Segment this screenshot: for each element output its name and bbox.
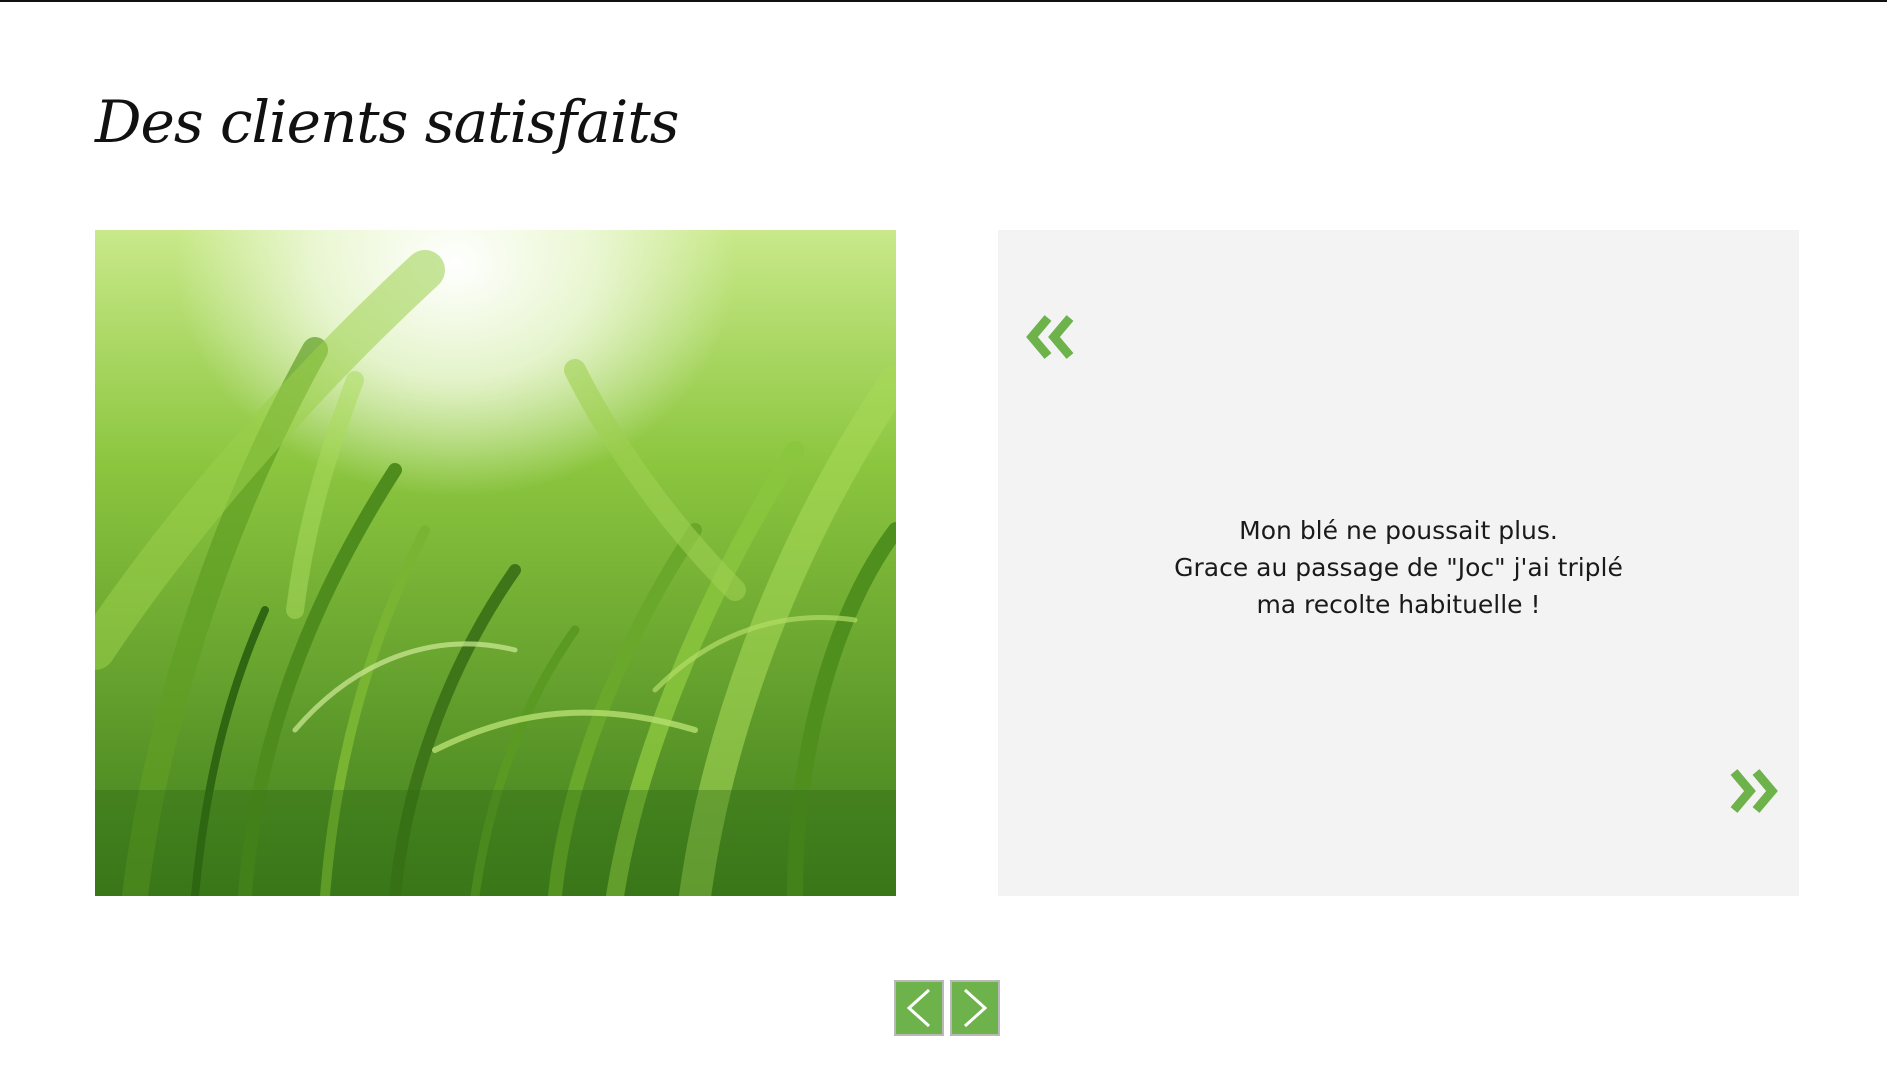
previous-testimonial-button[interactable]: [894, 980, 944, 1036]
chevron-right-icon: [963, 988, 988, 1028]
chevron-left-icon: [906, 988, 931, 1028]
double-chevron-left-icon: [1026, 315, 1074, 359]
section-title: Des clients satisfaits: [95, 88, 679, 156]
double-chevron-right-icon: [1730, 769, 1778, 813]
testimonial-line: Grace au passage de "Joc" j'ai triplé: [1174, 553, 1623, 582]
testimonial-line: Mon blé ne poussait plus.: [1239, 516, 1558, 545]
testimonial-panel: Mon blé ne poussait plus. Grace au passa…: [998, 230, 1799, 896]
top-divider: [0, 0, 1887, 2]
testimonial-pager: [894, 980, 1002, 1036]
testimonial-line: ma recolte habituelle !: [1256, 590, 1541, 619]
next-testimonial-button[interactable]: [950, 980, 1000, 1036]
testimonial-quote: Mon blé ne poussait plus. Grace au passa…: [998, 512, 1799, 623]
wheat-field-photo: [95, 230, 896, 896]
wheat-field-image: [95, 230, 896, 896]
